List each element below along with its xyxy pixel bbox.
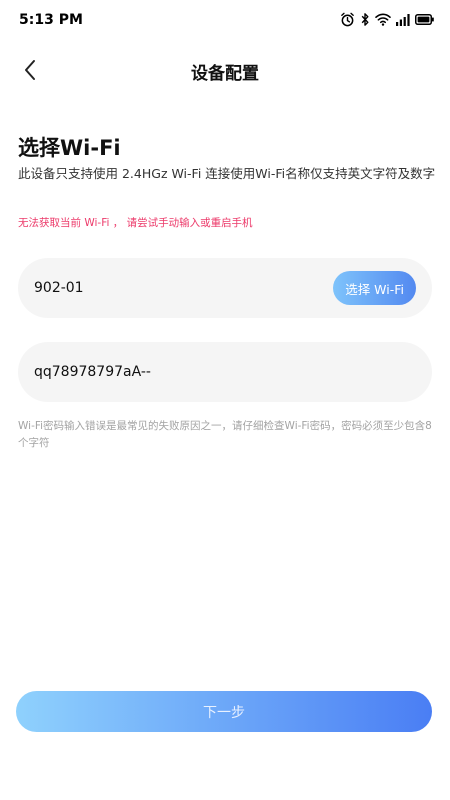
battery-icon bbox=[415, 14, 434, 25]
ssid-field: 选择 Wi-Fi bbox=[18, 258, 432, 318]
bluetooth-icon bbox=[361, 13, 369, 26]
next-button[interactable]: 下一步 bbox=[16, 691, 432, 732]
status-icons bbox=[340, 12, 434, 27]
password-input[interactable] bbox=[34, 342, 414, 402]
status-bar: 5:13 PM bbox=[0, 0, 450, 40]
choose-wifi-button[interactable]: 选择 Wi-Fi bbox=[333, 271, 416, 305]
wifi-icon bbox=[375, 13, 391, 26]
page-title: 设备配置 bbox=[191, 64, 259, 84]
signal-icon bbox=[396, 13, 410, 26]
section-description: 此设备只支持使用 2.4HGz Wi-Fi 连接使用Wi-Fi名称仅支持英文字符… bbox=[18, 166, 436, 181]
alarm-icon bbox=[341, 12, 354, 27]
status-time: 5:13 PM bbox=[19, 12, 83, 28]
ssid-input[interactable] bbox=[34, 258, 324, 318]
password-field bbox=[18, 342, 432, 402]
wifi-config-screen: 5:13 PM 设备配置 选择Wi-Fi 此设备只支持使用 2.4HGz Wi-… bbox=[0, 0, 450, 800]
error-message: 无法获取当前 Wi-Fi ， 请尝试手动输入或重启手机 bbox=[18, 217, 253, 229]
nav-bar: 设备配置 bbox=[0, 50, 450, 90]
section-title: 选择Wi-Fi bbox=[18, 136, 121, 160]
password-hint: Wi-Fi密码输入错误是最常见的失败原因之一，请仔细检查Wi-Fi密码，密码必须… bbox=[18, 420, 432, 449]
